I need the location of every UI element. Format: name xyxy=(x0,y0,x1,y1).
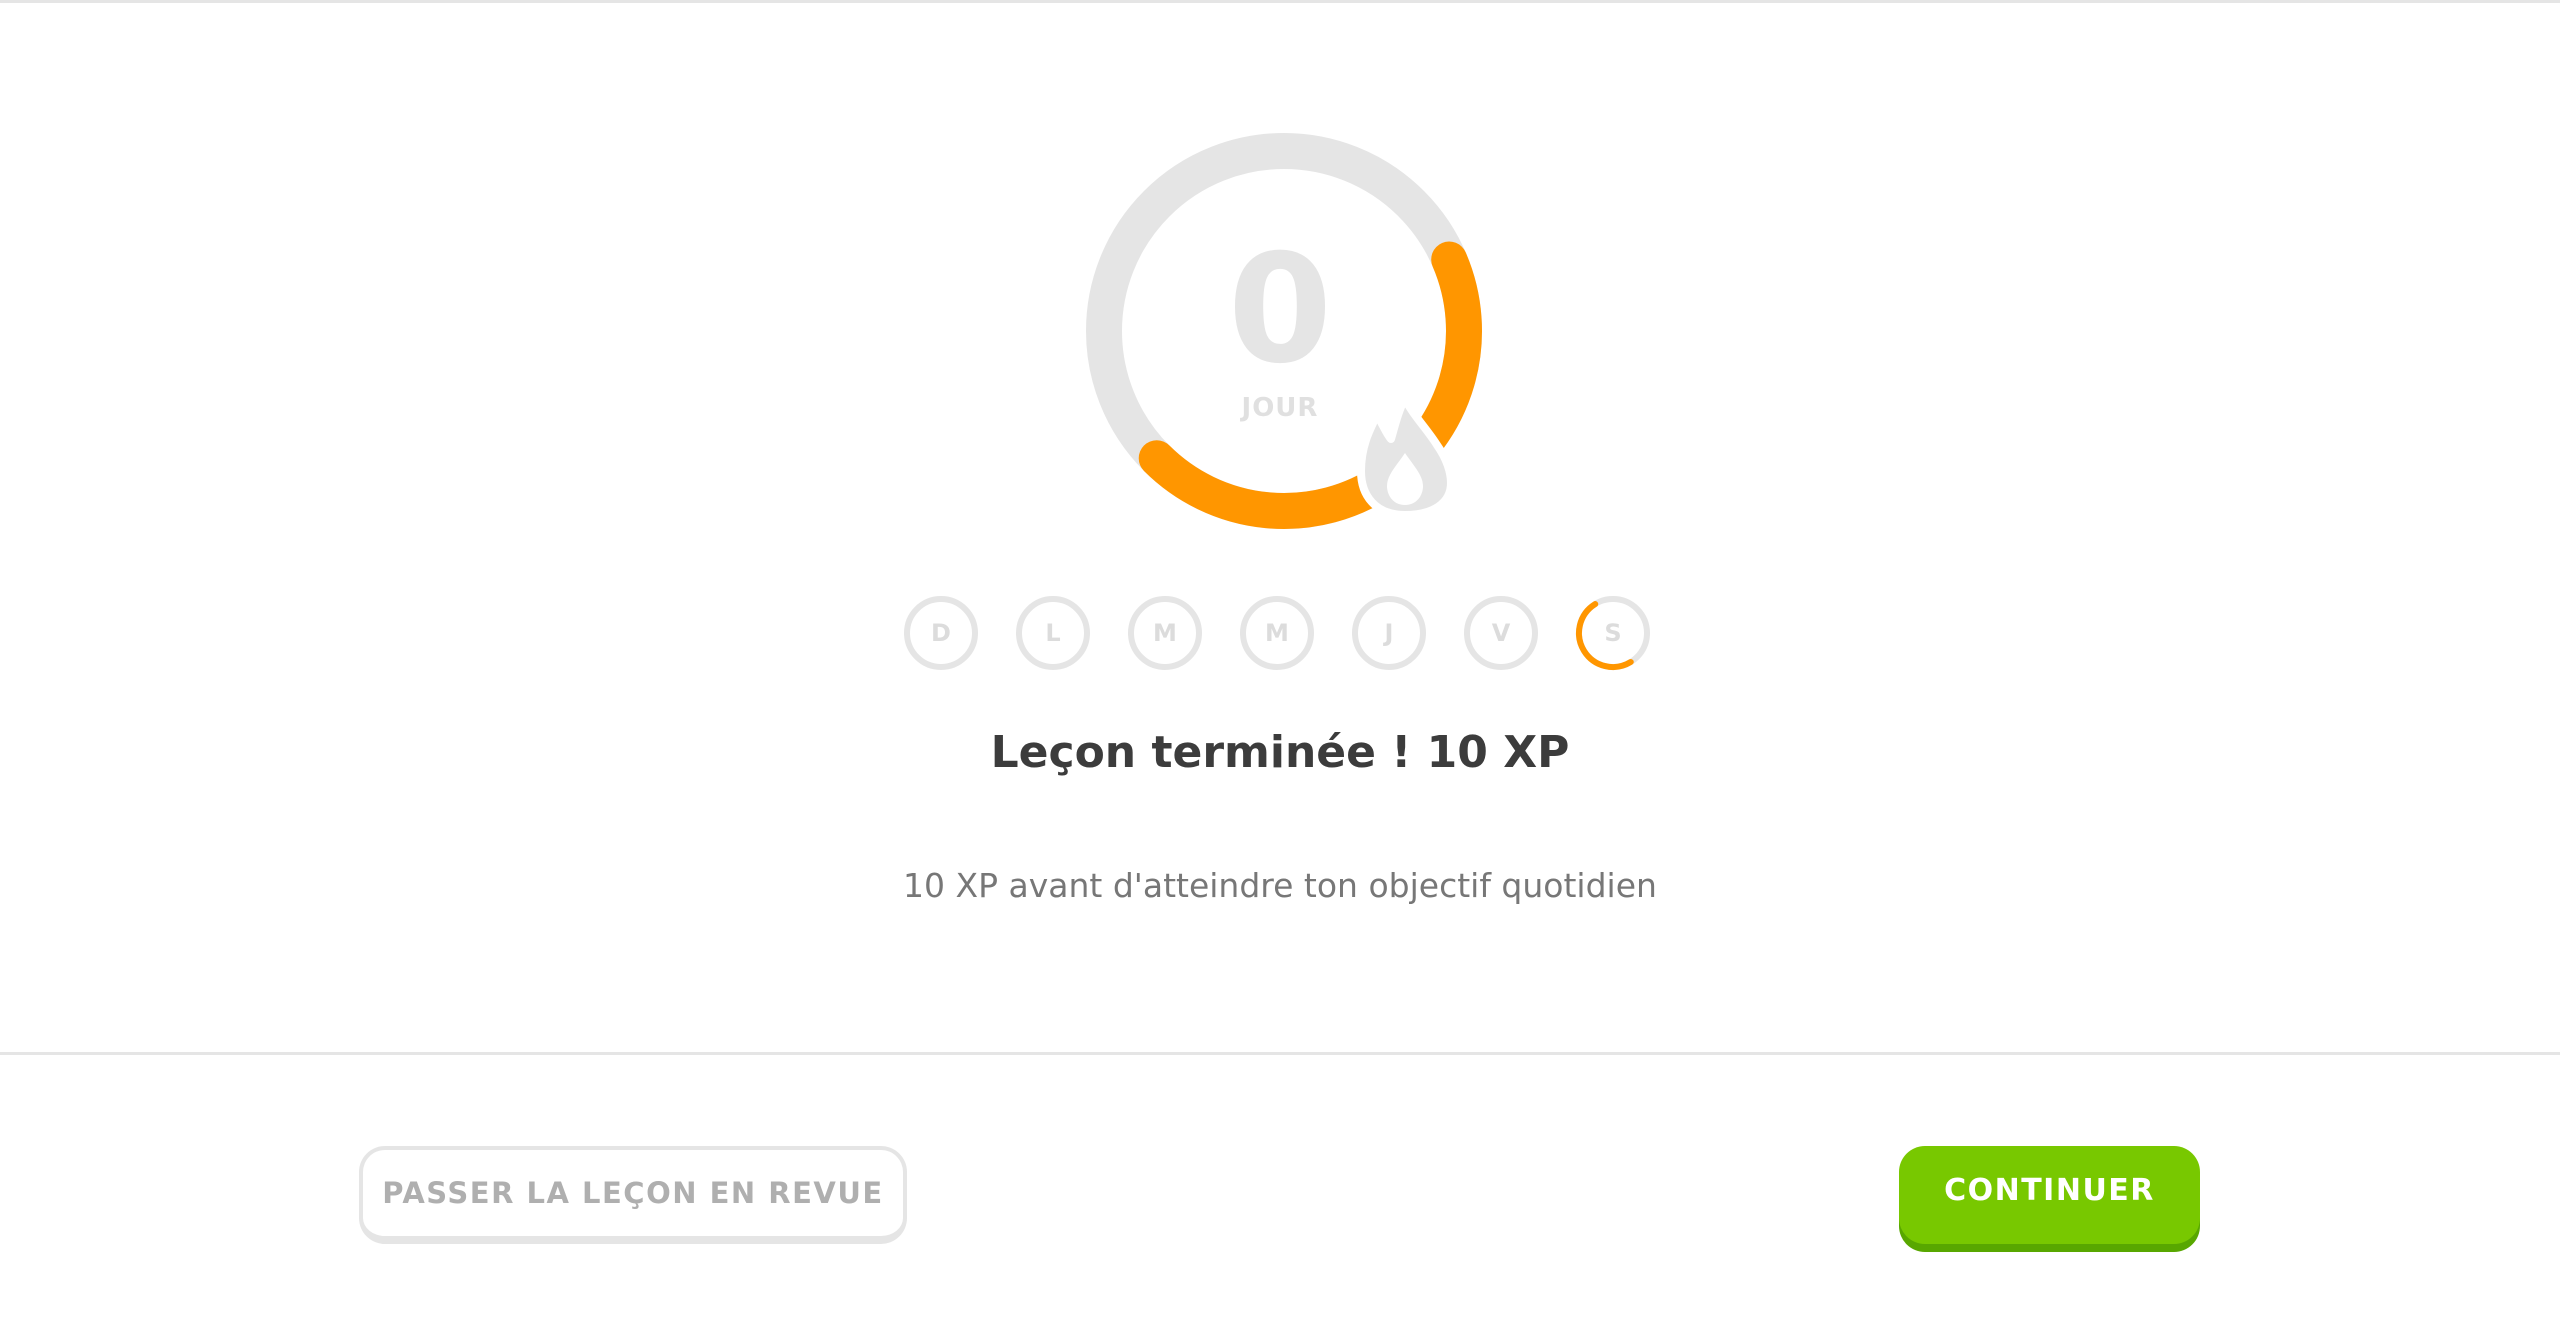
day-letter: V xyxy=(1491,619,1511,647)
daily-goal-message: 10 XP avant d'atteindre ton objectif quo… xyxy=(903,866,1657,905)
continue-button[interactable]: CONTINUER xyxy=(1899,1146,2200,1244)
day-letter: D xyxy=(931,619,951,647)
day-indicator: J xyxy=(1348,592,1430,674)
day-indicator: D xyxy=(900,592,982,674)
day-indicator: M xyxy=(1236,592,1318,674)
lesson-complete-screen: 0 JOUR DLMMJVS Leçon terminée ! 10 XP 10… xyxy=(0,0,2560,1334)
streak-count: 0 xyxy=(1227,223,1333,397)
day-letter: S xyxy=(1604,619,1622,647)
flame-icon xyxy=(1357,395,1455,519)
day-letter: J xyxy=(1384,619,1394,647)
review-lesson-button[interactable]: PASSER LA LEÇON EN REVUE xyxy=(359,1146,907,1244)
day-indicator: M xyxy=(1124,592,1206,674)
lesson-complete-title: Leçon terminée ! 10 XP xyxy=(990,727,1570,778)
day-letter: M xyxy=(1265,619,1289,647)
lesson-result-panel: 0 JOUR DLMMJVS Leçon terminée ! 10 XP 10… xyxy=(0,0,2560,1052)
day-indicator: S xyxy=(1572,592,1654,674)
day-indicator: L xyxy=(1012,592,1094,674)
footer-bar: PASSER LA LEÇON EN REVUE CONTINUER xyxy=(0,1055,2560,1334)
week-days-row: DLMMJVS xyxy=(900,592,1670,674)
day-letter: L xyxy=(1045,619,1061,647)
day-letter: M xyxy=(1153,619,1177,647)
day-indicator: V xyxy=(1460,592,1542,674)
